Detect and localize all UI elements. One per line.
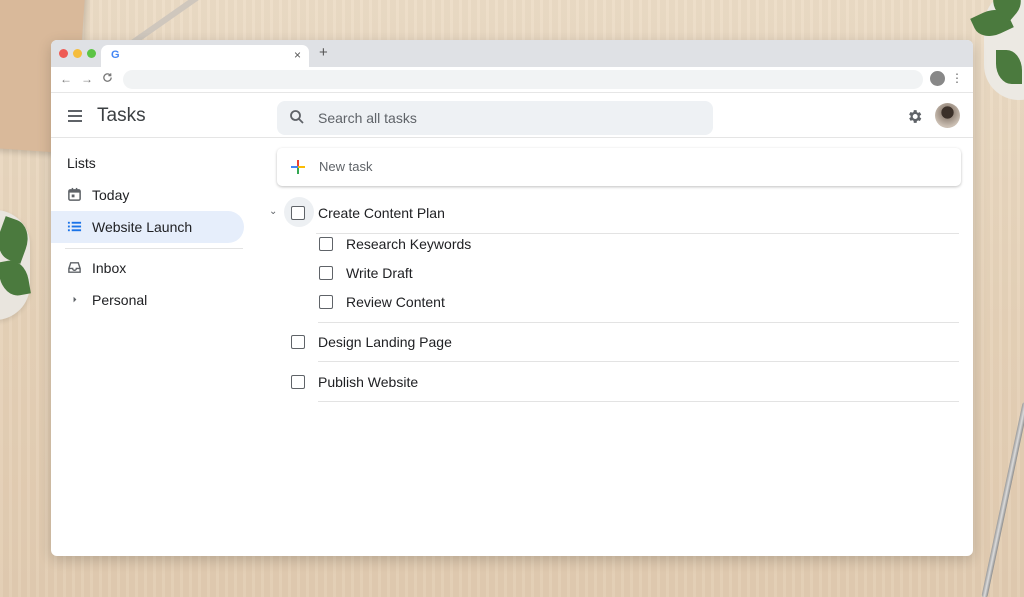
calendar-icon: [68, 187, 81, 201]
task-title[interactable]: Publish Website: [318, 374, 418, 390]
google-favicon-icon: G: [111, 49, 120, 61]
divider: [318, 322, 959, 323]
minimize-window-dot[interactable]: [73, 49, 82, 58]
browser-toolbar: ← → ⋮: [51, 67, 973, 93]
task-list-area: New task ⌄ Create Content Plan Research …: [269, 138, 963, 556]
sidebar-item-personal[interactable]: Personal: [51, 284, 244, 316]
subtask-title[interactable]: Write Draft: [346, 265, 413, 281]
search-icon: [290, 110, 304, 124]
sidebar-item-label: Personal: [92, 292, 148, 308]
sidebar-item-inbox[interactable]: Inbox: [51, 252, 244, 284]
maximize-window-dot[interactable]: [87, 49, 96, 58]
close-window-dot[interactable]: [59, 49, 68, 58]
reload-icon[interactable]: [102, 72, 113, 86]
plant-right-decor: [970, 0, 1024, 100]
subtask-title[interactable]: Research Keywords: [346, 236, 471, 252]
task-row[interactable]: Design Landing Page: [275, 330, 963, 356]
plus-icon: [291, 160, 305, 174]
tab-close-icon[interactable]: ×: [294, 48, 301, 62]
search-input[interactable]: Search all tasks: [318, 110, 417, 126]
task-row[interactable]: Publish Website: [275, 370, 963, 396]
new-tab-button[interactable]: +: [319, 44, 328, 61]
browser-profile-icon[interactable]: [930, 71, 945, 86]
subtask-checkbox[interactable]: [319, 266, 333, 280]
caret-right-icon[interactable]: [67, 292, 82, 307]
forward-arrow-icon[interactable]: →: [81, 72, 93, 86]
browser-tab[interactable]: G ×: [101, 45, 309, 67]
sidebar-item-label: Today: [92, 187, 130, 203]
new-task-label: New task: [319, 159, 373, 174]
divider: [318, 361, 959, 362]
subtask-row[interactable]: Research Keywords: [275, 232, 963, 258]
browser-window: G × + ← → ⋮ Tasks Search all tasks Lists…: [51, 40, 973, 556]
search-box[interactable]: Search all tasks: [277, 101, 713, 135]
subtask-title[interactable]: Review Content: [346, 294, 445, 310]
task-title[interactable]: Create Content Plan: [318, 205, 445, 221]
browser-menu-icon[interactable]: ⋮: [951, 71, 963, 85]
task-row[interactable]: ⌄ Create Content Plan: [269, 197, 963, 227]
divider: [318, 401, 959, 402]
sidebar-item-website-launch[interactable]: Website Launch: [51, 211, 244, 243]
inbox-icon: [68, 262, 81, 273]
subtask-checkbox[interactable]: [319, 295, 333, 309]
sidebar-item-label: Inbox: [92, 260, 127, 276]
list-icon: [67, 221, 82, 232]
subtask-checkbox[interactable]: [319, 237, 333, 251]
task-title[interactable]: Design Landing Page: [318, 334, 452, 350]
chevron-down-icon[interactable]: ⌄: [269, 206, 277, 217]
lists-heading: Lists: [67, 155, 96, 171]
app-title: Tasks: [97, 105, 146, 126]
sidebar-item-today[interactable]: Today: [51, 179, 244, 211]
hamburger-menu-icon[interactable]: [68, 110, 82, 125]
browser-tabbar: G × +: [51, 40, 973, 67]
new-task-button[interactable]: New task: [277, 148, 961, 186]
gear-icon[interactable]: [906, 108, 923, 125]
back-arrow-icon[interactable]: ←: [60, 72, 72, 86]
task-checkbox[interactable]: [291, 375, 305, 389]
subtask-row[interactable]: Review Content: [275, 290, 963, 316]
task-checkbox[interactable]: [291, 206, 305, 220]
avatar[interactable]: [935, 103, 960, 128]
address-bar[interactable]: [123, 70, 923, 89]
task-checkbox[interactable]: [291, 335, 305, 349]
sidebar-divider: [65, 248, 243, 249]
subtask-row[interactable]: Write Draft: [275, 261, 963, 287]
app-header: Tasks Search all tasks: [51, 93, 973, 140]
sidebar-item-label: Website Launch: [92, 219, 193, 235]
